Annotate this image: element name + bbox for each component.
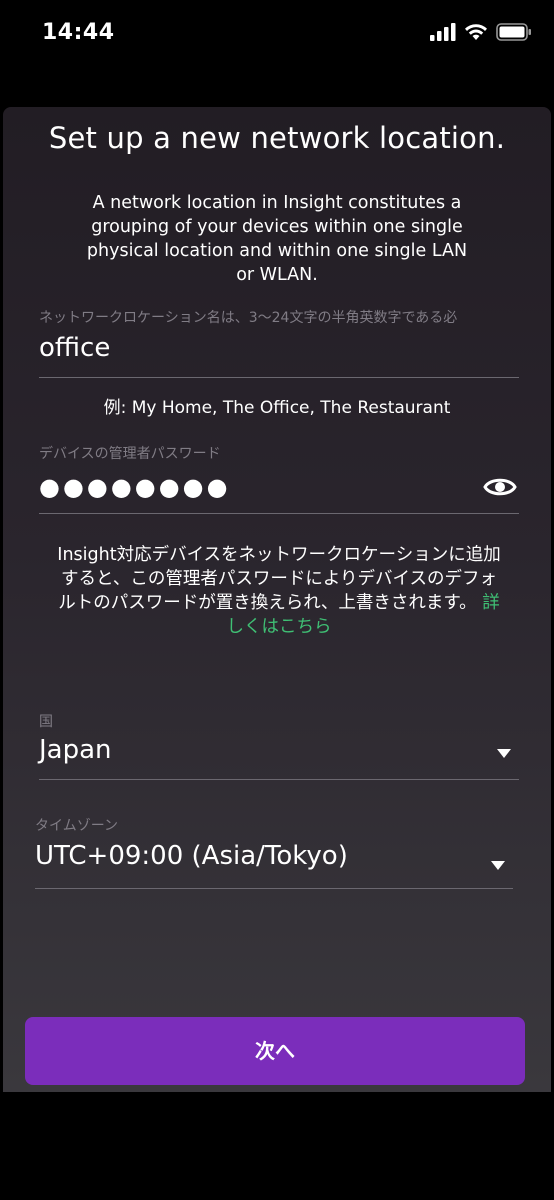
wifi-icon: [464, 23, 488, 45]
battery-icon: [496, 23, 532, 45]
status-bar: 14:44: [0, 0, 554, 70]
cellular-signal-icon: [430, 23, 456, 45]
location-name-field[interactable]: ネットワークロケーション名は、3〜24文字の半角英数字である必 office: [39, 307, 519, 378]
admin-password-field[interactable]: デバイスの管理者パスワード ●●●●●●●●: [39, 443, 519, 514]
page-title: Set up a new network location.: [48, 121, 506, 155]
page-description: A network location in Insight constitute…: [86, 193, 468, 285]
country-label: 国: [39, 714, 53, 730]
setup-sheet: Set up a new network location. A network…: [3, 107, 551, 1092]
chevron-down-icon[interactable]: [497, 749, 511, 758]
location-name-input[interactable]: office: [39, 333, 110, 363]
status-time: 14:44: [42, 20, 115, 45]
timezone-select[interactable]: タイムゾーン UTC+09:00 (Asia/Tokyo): [35, 815, 513, 889]
country-select[interactable]: 国 Japan: [39, 711, 519, 780]
password-info: Insight対応デバイスをネットワークロケーションに追加すると、この管理者パス…: [57, 543, 501, 639]
status-icons: [430, 22, 532, 46]
next-button[interactable]: 次へ: [25, 1017, 525, 1085]
location-name-label: ネットワークロケーション名は、3〜24文字の半角英数字である必: [39, 310, 458, 326]
timezone-value[interactable]: UTC+09:00 (Asia/Tokyo): [35, 841, 348, 871]
country-value[interactable]: Japan: [39, 735, 112, 765]
password-info-text: Insight対応デバイスをネットワークロケーションに追加すると、この管理者パス…: [57, 545, 501, 613]
location-name-example: 例: My Home, The Office, The Restaurant: [103, 398, 451, 418]
admin-password-input[interactable]: ●●●●●●●●: [39, 473, 231, 501]
admin-password-label: デバイスの管理者パスワード: [39, 446, 221, 462]
timezone-label: タイムゾーン: [35, 818, 119, 834]
eye-icon[interactable]: [483, 475, 517, 499]
chevron-down-icon[interactable]: [491, 861, 505, 870]
